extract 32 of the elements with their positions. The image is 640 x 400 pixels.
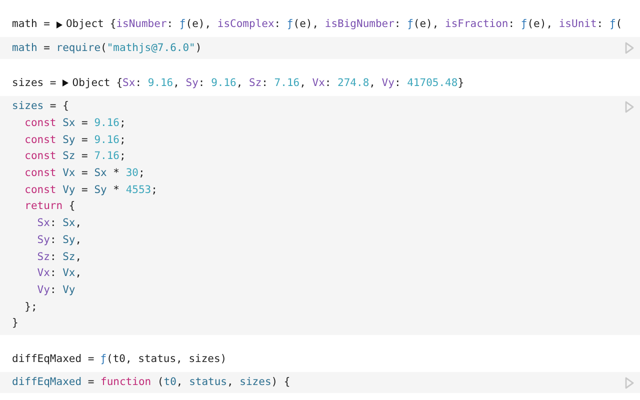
code-line: math = require("mathjs@7.6.0"): [12, 40, 202, 56]
code-line: sizes = {: [12, 99, 69, 114]
code-cell[interactable]: math = require("mathjs@7.6.0"): [0, 37, 640, 59]
code-line: const Sz = 7.16;: [24, 149, 126, 164]
code-line: return {: [24, 199, 76, 214]
code-line: const Sx = 9.16;: [24, 116, 126, 131]
code-line: const Vy = Sy * 4553;: [24, 182, 158, 198]
run-icon[interactable]: [625, 42, 634, 54]
variable-name: math =: [12, 17, 50, 32]
variable-name: diffEqMaxed =: [12, 352, 94, 367]
object-type[interactable]: Object: [66, 16, 104, 33]
triangle-icon[interactable]: [56, 20, 63, 28]
code-line: const Vx = Sx * 30;: [24, 166, 145, 182]
cell-output: {Sx: 9.16, Sy: 9.16, Sz: 7.16, Vx: 274.8, Vy: 41705.48}: [116, 76, 464, 91]
code-line: };: [24, 300, 38, 315]
triangle-icon[interactable]: [62, 79, 70, 88]
code-cell[interactable]: diffEqMaxed = function (t0, status, sizes) {: [0, 372, 640, 394]
cell-output: ƒ(t0, status, sizes): [100, 352, 227, 367]
code-line: Vy: Vy: [36, 282, 76, 298]
variable-name: sizes =: [12, 76, 56, 91]
code-line: Vx: Vx,: [36, 266, 82, 282]
code-line: diffEqMaxed = function (t0, status, sizes) {: [12, 375, 290, 390]
object-type[interactable]: Object: [72, 74, 110, 92]
code-line: Sx: Sx,: [36, 216, 82, 232]
code-line: Sy: Sy,: [36, 232, 82, 248]
code-cell[interactable]: sizes = { const Sx = 9.16; const Sy = 9.16; const Sz = 7.16; const Vx = Sx * 30; const Vy = Sy * 4553; return { Sx: Sx, Sy: Sy, Sz: Sz, Vx: Vx, Vy: Vy }; }: [0, 96, 640, 335]
run-icon[interactable]: [625, 376, 634, 389]
code-line: const Sy = 9.16;: [24, 132, 126, 148]
code-line: }: [12, 316, 18, 332]
run-icon[interactable]: [625, 100, 634, 113]
cell-output: {isNumber: ƒ(e), isComplex: ƒ(e), isBigNumber: ƒ(e), isFraction: ƒ(e), isUnit: ƒ(: [110, 17, 622, 32]
code-line: Sz: Sz,: [36, 250, 82, 265]
